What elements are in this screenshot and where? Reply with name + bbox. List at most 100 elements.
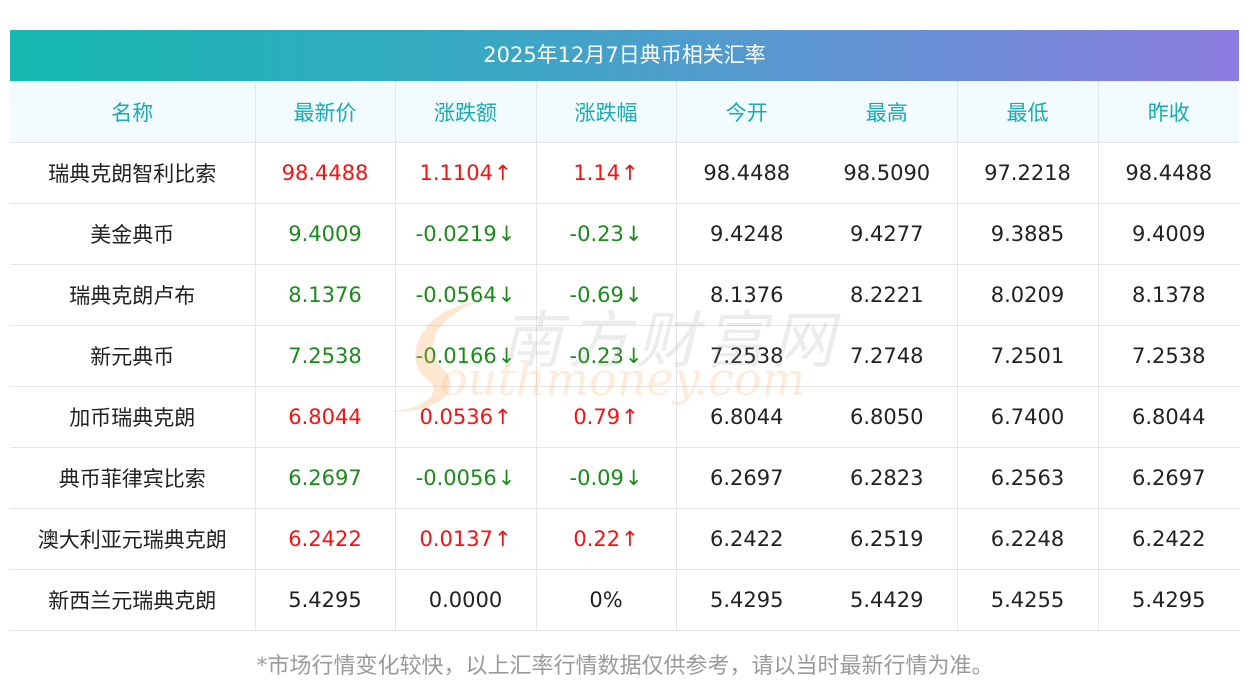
header-open: 今开: [675, 81, 817, 143]
up-arrow-icon: ↑: [493, 527, 512, 551]
cell-low: 6.7400: [956, 386, 1098, 448]
table-row: 瑞典克朗卢布 8.1376 -0.0564↓ -0.69↓ 8.1376 8.2…: [10, 264, 1239, 326]
cell-prev-close: 8.1378: [1097, 264, 1239, 326]
cell-prev-close: 7.2538: [1097, 325, 1239, 387]
exchange-rate-panel: 2025年12月7日典币相关汇率 名称 最新价 涨跌额 涨跌幅 今开 最高 最低…: [10, 30, 1239, 631]
header-prev-close: 昨收: [1097, 81, 1239, 143]
up-arrow-icon: ↑: [621, 405, 639, 429]
down-arrow-icon: ↓: [497, 344, 516, 368]
up-arrow-icon: ↑: [621, 161, 639, 185]
cell-low: 97.2218: [956, 142, 1098, 204]
down-arrow-icon: ↓: [624, 222, 643, 246]
table-row: 瑞典克朗智利比索 98.4488 1.1104↑ 1.14↑ 98.4488 9…: [10, 142, 1239, 204]
down-arrow-icon: ↓: [624, 466, 643, 490]
cell-prev-close: 9.4009: [1097, 203, 1239, 265]
header-latest: 最新价: [254, 81, 395, 143]
table-row: 新西兰元瑞典克朗 5.4295 0.0000 0% 5.4295 5.4429 …: [10, 569, 1239, 631]
table-row: 新元典币 7.2538 -0.0166↓ -0.23↓ 7.2538 7.274…: [10, 325, 1239, 387]
cell-low: 5.4255: [956, 569, 1098, 631]
table-row: 加币瑞典克朗 6.8044 0.0536↑ 0.79↑ 6.8044 6.805…: [10, 386, 1239, 448]
cell-open: 7.2538: [675, 325, 817, 387]
change-pct-value: 0.22: [573, 527, 621, 551]
change-pct-value: -0.23: [569, 222, 624, 246]
cell-open: 98.4488: [675, 142, 817, 204]
cell-low: 6.2563: [956, 447, 1098, 509]
cell-prev-close: 6.8044: [1097, 386, 1239, 448]
cell-change: 0.0137↑: [394, 508, 536, 570]
cell-prev-close: 6.2697: [1097, 447, 1239, 509]
cell-latest: 6.2697: [254, 447, 395, 509]
exchange-rate-table: 名称 最新价 涨跌额 涨跌幅 今开 最高 最低 昨收 瑞典克朗智利比索 98.4…: [10, 81, 1239, 631]
cell-latest: 98.4488: [254, 142, 395, 204]
cell-prev-close: 98.4488: [1097, 142, 1239, 204]
down-arrow-icon: ↓: [497, 283, 516, 307]
change-value: -0.0564: [415, 283, 497, 307]
cell-high: 6.2823: [817, 447, 957, 509]
cell-latest: 6.2422: [254, 508, 395, 570]
change-value: 1.1104: [419, 161, 493, 185]
cell-name: 新元典币: [10, 325, 255, 387]
change-value: -0.0056: [415, 466, 497, 490]
cell-prev-close: 5.4295: [1097, 569, 1239, 631]
cell-latest: 8.1376: [254, 264, 395, 326]
change-pct-value: -0.23: [569, 344, 624, 368]
cell-high: 7.2748: [817, 325, 957, 387]
cell-change: -0.0219↓: [394, 203, 536, 265]
cell-change-pct: -0.23↓: [535, 325, 676, 387]
table-row: 美金典币 9.4009 -0.0219↓ -0.23↓ 9.4248 9.427…: [10, 203, 1239, 265]
header-high: 最高: [817, 81, 957, 143]
cell-open: 6.8044: [675, 386, 817, 448]
cell-change-pct: 0.22↑: [535, 508, 676, 570]
cell-latest: 9.4009: [254, 203, 395, 265]
cell-high: 5.4429: [817, 569, 957, 631]
cell-name: 典币菲律宾比索: [10, 447, 255, 509]
cell-high: 6.2519: [817, 508, 957, 570]
change-value: 0.0000: [428, 588, 503, 612]
down-arrow-icon: ↓: [624, 344, 643, 368]
cell-open: 6.2422: [675, 508, 817, 570]
header-low: 最低: [956, 81, 1098, 143]
header-change: 涨跌额: [394, 81, 536, 143]
up-arrow-icon: ↑: [493, 161, 512, 185]
footnote: *市场行情变化较快，以上汇率行情数据仅供参考，请以当时最新行情为准。: [256, 654, 994, 679]
header-row: 名称 最新价 涨跌额 涨跌幅 今开 最高 最低 昨收: [10, 81, 1239, 143]
cell-low: 7.2501: [956, 325, 1098, 387]
cell-open: 8.1376: [675, 264, 817, 326]
change-pct-value: 0%: [589, 588, 623, 612]
change-value: -0.0166: [415, 344, 497, 368]
cell-name: 新西兰元瑞典克朗: [10, 569, 255, 631]
down-arrow-icon: ↓: [497, 222, 516, 246]
cell-change: 0.0536↑: [394, 386, 536, 448]
cell-change-pct: -0.09↓: [535, 447, 676, 509]
cell-name: 美金典币: [10, 203, 255, 265]
cell-change: 1.1104↑: [394, 142, 536, 204]
change-value: -0.0219: [415, 222, 497, 246]
cell-low: 9.3885: [956, 203, 1098, 265]
cell-change: -0.0166↓: [394, 325, 536, 387]
cell-change-pct: -0.23↓: [535, 203, 676, 265]
cell-open: 5.4295: [675, 569, 817, 631]
cell-low: 8.0209: [956, 264, 1098, 326]
cell-change: -0.0056↓: [394, 447, 536, 509]
change-pct-value: -0.69: [569, 283, 624, 307]
cell-latest: 7.2538: [254, 325, 395, 387]
table-row: 澳大利亚元瑞典克朗 6.2422 0.0137↑ 0.22↑ 6.2422 6.…: [10, 508, 1239, 570]
cell-change: -0.0564↓: [394, 264, 536, 326]
change-pct-value: -0.09: [569, 466, 624, 490]
cell-name: 加币瑞典克朗: [10, 386, 255, 448]
table-title: 2025年12月7日典币相关汇率: [10, 30, 1239, 81]
cell-high: 6.8050: [817, 386, 957, 448]
cell-change-pct: -0.69↓: [535, 264, 676, 326]
cell-name: 澳大利亚元瑞典克朗: [10, 508, 255, 570]
cell-latest: 5.4295: [254, 569, 395, 631]
change-value: 0.0536: [419, 405, 493, 429]
cell-open: 9.4248: [675, 203, 817, 265]
cell-high: 9.4277: [817, 203, 957, 265]
cell-name: 瑞典克朗智利比索: [10, 142, 255, 204]
header-name: 名称: [10, 81, 255, 143]
cell-change: 0.0000: [394, 569, 536, 631]
change-pct-value: 1.14: [573, 161, 621, 185]
down-arrow-icon: ↓: [497, 466, 516, 490]
up-arrow-icon: ↑: [621, 527, 639, 551]
cell-high: 8.2221: [817, 264, 957, 326]
